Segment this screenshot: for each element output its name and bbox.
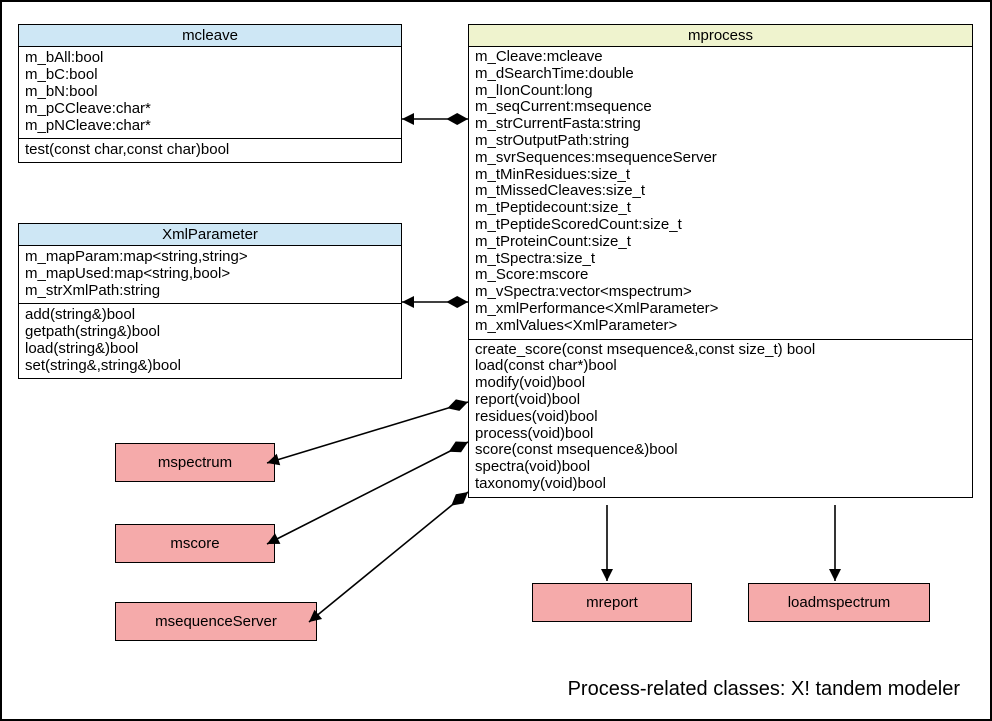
class-mspectrum: mspectrum (115, 443, 275, 482)
attr: m_bAll:bool (25, 49, 395, 66)
attr: m_Score:mscore (475, 267, 966, 284)
class-attributes: m_mapParam:map<string,string> m_mapUsed:… (19, 246, 401, 304)
class-mreport: mreport (532, 583, 692, 622)
class-mcleave: mcleave m_bAll:bool m_bC:bool m_bN:bool … (18, 24, 402, 163)
op: getpath(string&)bool (25, 323, 395, 340)
attr: m_strCurrentFasta:string (475, 116, 966, 133)
attr: m_tPeptidecount:size_t (475, 200, 966, 217)
attr: m_xmlValues<XmlParameter> (475, 318, 966, 335)
class-attributes: m_bAll:bool m_bC:bool m_bN:bool m_pCClea… (19, 47, 401, 139)
attr: m_bC:bool (25, 66, 395, 83)
op: create_score(const msequence&,const size… (475, 342, 966, 359)
class-attributes: m_Cleave:mcleave m_dSearchTime:double m_… (469, 47, 972, 340)
op: spectra(void)bool (475, 459, 966, 476)
attr: m_lIonCount:long (475, 83, 966, 100)
op: process(void)bool (475, 426, 966, 443)
op: report(void)bool (475, 392, 966, 409)
attr: m_svrSequences:msequenceServer (475, 150, 966, 167)
attr: m_seqCurrent:msequence (475, 99, 966, 116)
op: load(string&)bool (25, 340, 395, 357)
attr: m_tSpectra:size_t (475, 251, 966, 268)
attr: m_xmlPerformance<XmlParameter> (475, 301, 966, 318)
class-xmlparameter: XmlParameter m_mapParam:map<string,strin… (18, 223, 402, 379)
op: residues(void)bool (475, 409, 966, 426)
op: load(const char*)bool (475, 358, 966, 375)
class-operations: add(string&)bool getpath(string&)bool lo… (19, 304, 401, 378)
assoc-mprocess-mspectrum (267, 402, 468, 463)
attr: m_vSpectra:vector<mspectrum> (475, 284, 966, 301)
class-loadmspectrum: loadmspectrum (748, 583, 930, 622)
op: taxonomy(void)bool (475, 476, 966, 493)
op: add(string&)bool (25, 306, 395, 323)
assoc-mprocess-mscore (267, 442, 468, 544)
class-operations: test(const char,const char)bool (19, 139, 401, 162)
attr: m_strOutputPath:string (475, 133, 966, 150)
diagram-caption: Process-related classes: X! tandem model… (568, 678, 960, 701)
attr: m_mapUsed:map<string,bool> (25, 265, 395, 282)
attr: m_tMinResidues:size_t (475, 167, 966, 184)
op: modify(void)bool (475, 375, 966, 392)
attr: m_mapParam:map<string,string> (25, 248, 395, 265)
attr: m_Cleave:mcleave (475, 49, 966, 66)
attr: m_pCCleave:char* (25, 100, 395, 117)
op: set(string&,string&)bool (25, 357, 395, 374)
class-title: mprocess (469, 25, 972, 47)
class-title: XmlParameter (19, 224, 401, 246)
attr: m_tMissedCleaves:size_t (475, 183, 966, 200)
diagram-frame: mcleave m_bAll:bool m_bC:bool m_bN:bool … (0, 0, 992, 721)
attr: m_tPeptideScoredCount:size_t (475, 217, 966, 234)
attr: m_pNCleave:char* (25, 117, 395, 134)
class-mscore: mscore (115, 524, 275, 563)
attr: m_strXmlPath:string (25, 282, 395, 299)
class-mprocess: mprocess m_Cleave:mcleave m_dSearchTime:… (468, 24, 973, 498)
op: score(const msequence&)bool (475, 442, 966, 459)
assoc-mprocess-msequenceserver (309, 492, 468, 622)
attr: m_tProteinCount:size_t (475, 234, 966, 251)
attr: m_bN:bool (25, 83, 395, 100)
class-operations: create_score(const msequence&,const size… (469, 340, 972, 497)
op: test(const char,const char)bool (25, 141, 395, 158)
attr: m_dSearchTime:double (475, 66, 966, 83)
class-title: mcleave (19, 25, 401, 47)
class-msequenceserver: msequenceServer (115, 602, 317, 641)
